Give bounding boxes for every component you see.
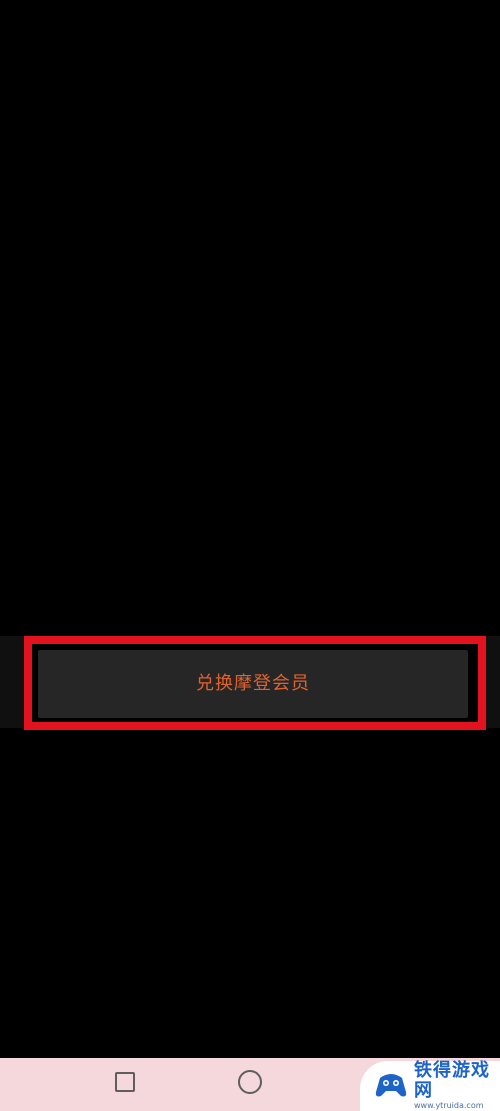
watermark-url: www.ytruida.com bbox=[414, 1101, 484, 1110]
square-icon[interactable] bbox=[115, 1072, 135, 1092]
circle-icon[interactable] bbox=[238, 1070, 262, 1094]
watermark-text: 铁得游戏网 www.ytruida.com bbox=[414, 1061, 500, 1111]
redeem-membership-button[interactable]: 兑换摩登会员 bbox=[38, 650, 468, 718]
gamepad-icon bbox=[375, 1074, 407, 1097]
watermark-title: 铁得游戏网 bbox=[414, 1060, 490, 1101]
redeem-button-label: 兑换摩登会员 bbox=[196, 673, 310, 694]
app-screen bbox=[0, 0, 500, 1058]
site-watermark: 铁得游戏网 www.ytruida.com bbox=[360, 1061, 500, 1111]
